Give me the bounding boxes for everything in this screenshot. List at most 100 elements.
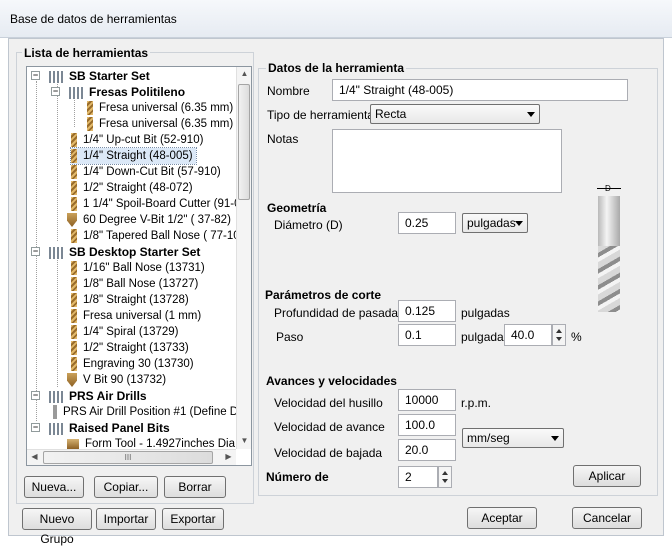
tree-group-raised-panel-bits[interactable]: − Raised Panel Bits bbox=[31, 420, 170, 436]
router-bit-icon bbox=[71, 180, 77, 195]
spindle-speed-label: Velocidad del husillo bbox=[274, 396, 383, 410]
diameter-units-value: pulgadas bbox=[467, 216, 516, 230]
tree-item[interactable]: 60 Degree V-Bit 1/2" ( 37-82) bbox=[67, 212, 231, 228]
tree-row-label: 1/8" Ball Nose (13727) bbox=[83, 278, 199, 290]
import-button[interactable]: Importar bbox=[96, 508, 156, 530]
geometry-title: Geometría bbox=[267, 201, 327, 215]
tree-item[interactable]: Fresa universal (1 mm) bbox=[71, 308, 201, 324]
scroll-thumb[interactable] bbox=[238, 84, 250, 200]
tree-row-label: 1/2" Straight (48-072) bbox=[83, 182, 193, 194]
tree-item[interactable]: 1/8" Straight (13728) bbox=[71, 292, 189, 308]
notes-field[interactable] bbox=[332, 129, 562, 193]
spin-up-icon[interactable] bbox=[556, 329, 562, 333]
collapse-icon[interactable]: − bbox=[31, 71, 40, 80]
tree-item[interactable]: Fresa universal (6.35 mm) bbox=[87, 116, 233, 132]
diameter-field[interactable]: 0.25 bbox=[398, 212, 456, 234]
accept-button[interactable]: Aceptar bbox=[467, 507, 537, 529]
tool-number-field[interactable]: 2 bbox=[398, 466, 438, 488]
diameter-units-dropdown[interactable]: pulgadas bbox=[462, 213, 528, 233]
tree-item[interactable]: Fresa universal (6.35 mm) bbox=[87, 100, 233, 116]
cancel-button[interactable]: Cancelar bbox=[572, 507, 642, 529]
tree-item[interactable]: 1/16" Ball Nose (13731) bbox=[71, 260, 205, 276]
feed-rate-field[interactable]: 100.0 bbox=[398, 414, 456, 436]
stepover-percent-field[interactable]: 40.0 bbox=[504, 324, 552, 346]
tree-row-label: Fresas Politileno bbox=[89, 85, 186, 99]
delete-tool-button[interactable]: Borrar bbox=[164, 476, 226, 498]
tree-row-label: 60 Degree V-Bit 1/2" ( 37-82) bbox=[83, 214, 231, 226]
tree-item[interactable]: 1/8" Tapered Ball Nose ( 77-10 bbox=[71, 228, 240, 244]
scroll-thumb[interactable]: III bbox=[43, 451, 213, 464]
router-bit-icon bbox=[71, 308, 77, 323]
apply-button[interactable]: Aplicar bbox=[573, 465, 641, 487]
tree-item[interactable]: 1/4" Down-Cut Bit (57-910) bbox=[71, 164, 221, 180]
plunge-rate-field[interactable]: 20.0 bbox=[398, 439, 456, 461]
router-bit-icon bbox=[71, 340, 77, 355]
tool-number-spinner[interactable] bbox=[438, 466, 452, 488]
tool-group-icon bbox=[49, 70, 63, 83]
tree-item[interactable]: 1/2" Straight (13733) bbox=[71, 340, 189, 356]
name-label: Nombre bbox=[267, 84, 310, 98]
tree-row-label: 1/16" Ball Nose (13731) bbox=[83, 262, 205, 274]
name-field[interactable]: 1/4" Straight (48-005) bbox=[332, 79, 628, 101]
tree-item[interactable]: 1/4" Up-cut Bit (52-910) bbox=[71, 132, 203, 148]
tree-item[interactable]: PRS Air Drill Position #1 (Define Dia bbox=[53, 404, 247, 420]
diameter-dimension-line bbox=[597, 188, 621, 189]
chevron-down-icon bbox=[527, 112, 535, 117]
stepover-percent-spinner[interactable] bbox=[552, 324, 566, 346]
tree-group-sb-starter-set[interactable]: − SB Starter Set bbox=[31, 68, 150, 84]
copy-tool-button[interactable]: Copiar... bbox=[94, 476, 158, 498]
new-group-button[interactable]: Nuevo Grupo bbox=[22, 508, 92, 546]
collapse-icon[interactable]: − bbox=[51, 87, 60, 96]
tree-row-label: 1/8" Straight (13728) bbox=[83, 294, 189, 306]
tool-number-label: Número de bbox=[266, 470, 329, 484]
spin-down-icon[interactable] bbox=[442, 479, 448, 483]
tree-item[interactable]: 1/8" Ball Nose (13727) bbox=[71, 276, 198, 292]
tool-type-value: Recta bbox=[375, 107, 407, 121]
tree-group-sb-desktop-starter-set[interactable]: − SB Desktop Starter Set bbox=[31, 244, 200, 260]
plunge-rate-label: Velocidad de bajada bbox=[274, 446, 383, 460]
tree-item[interactable]: 1/2" Straight (48-072) bbox=[71, 180, 193, 196]
spindle-speed-field[interactable]: 10000 bbox=[398, 389, 456, 411]
chevron-down-icon bbox=[515, 221, 523, 226]
tree-item-selected[interactable]: 1/4" Straight (48-005) bbox=[70, 147, 197, 165]
tree-item[interactable]: 1 1/4" Spoil-Board Cutter (91-0 bbox=[71, 196, 241, 212]
spin-down-icon[interactable] bbox=[556, 337, 562, 341]
rate-units-value: mm/seg bbox=[467, 431, 510, 445]
tool-tree[interactable]: − SB Starter Set − Fresas Politileno Fre… bbox=[26, 66, 252, 466]
tool-group-icon bbox=[49, 422, 63, 435]
router-bit-icon bbox=[71, 148, 77, 163]
router-bit-icon bbox=[71, 228, 77, 243]
collapse-icon[interactable]: − bbox=[31, 423, 40, 432]
tree-item[interactable]: V Bit 90 (13732) bbox=[67, 372, 166, 388]
depth-field[interactable]: 0.125 bbox=[398, 300, 456, 322]
tree-group-fresas-politileno[interactable]: − Fresas Politileno bbox=[51, 84, 185, 100]
tree-item[interactable]: Engraving 30 (13730) bbox=[71, 356, 194, 372]
tree-row-label: Fresa universal (6.35 mm) bbox=[99, 102, 234, 114]
collapse-icon[interactable]: − bbox=[31, 391, 40, 400]
spin-up-icon[interactable] bbox=[442, 471, 448, 475]
tree-group-prs-air-drills[interactable]: − PRS Air Drills bbox=[31, 388, 147, 404]
window-title: Base de datos de herramientas bbox=[10, 12, 177, 26]
scroll-right-icon[interactable]: ▶ bbox=[221, 450, 236, 465]
scroll-left-icon[interactable]: ◀ bbox=[27, 450, 42, 465]
tree-row-label: SB Starter Set bbox=[69, 69, 150, 83]
spindle-speed-units: r.p.m. bbox=[461, 396, 492, 410]
title-bar: Base de datos de herramientas bbox=[0, 0, 672, 38]
scroll-down-icon[interactable]: ▼ bbox=[237, 434, 252, 449]
drill-icon bbox=[53, 404, 57, 419]
collapse-icon[interactable]: − bbox=[31, 247, 40, 256]
stepover-label: Paso bbox=[276, 330, 304, 344]
tree-row-label: 1 1/4" Spoil-Board Cutter (91-0 bbox=[83, 198, 241, 210]
new-tool-button[interactable]: Nueva... bbox=[24, 476, 84, 498]
tool-group-icon bbox=[49, 246, 63, 259]
stepover-field[interactable]: 0.1 bbox=[398, 324, 456, 346]
tool-type-dropdown[interactable]: Recta bbox=[370, 104, 540, 124]
form-tool-icon bbox=[67, 438, 79, 449]
export-button[interactable]: Exportar bbox=[162, 508, 224, 530]
tree-vertical-scrollbar[interactable]: ▲ ▼ bbox=[236, 67, 251, 449]
rate-units-dropdown[interactable]: mm/seg bbox=[462, 428, 564, 448]
tree-item[interactable]: 1/4" Spiral (13729) bbox=[71, 324, 179, 340]
tree-row-label: Engraving 30 (13730) bbox=[83, 358, 194, 370]
scroll-up-icon[interactable]: ▲ bbox=[237, 67, 252, 82]
tree-horizontal-scrollbar[interactable]: ◀ III ▶ bbox=[27, 449, 236, 465]
